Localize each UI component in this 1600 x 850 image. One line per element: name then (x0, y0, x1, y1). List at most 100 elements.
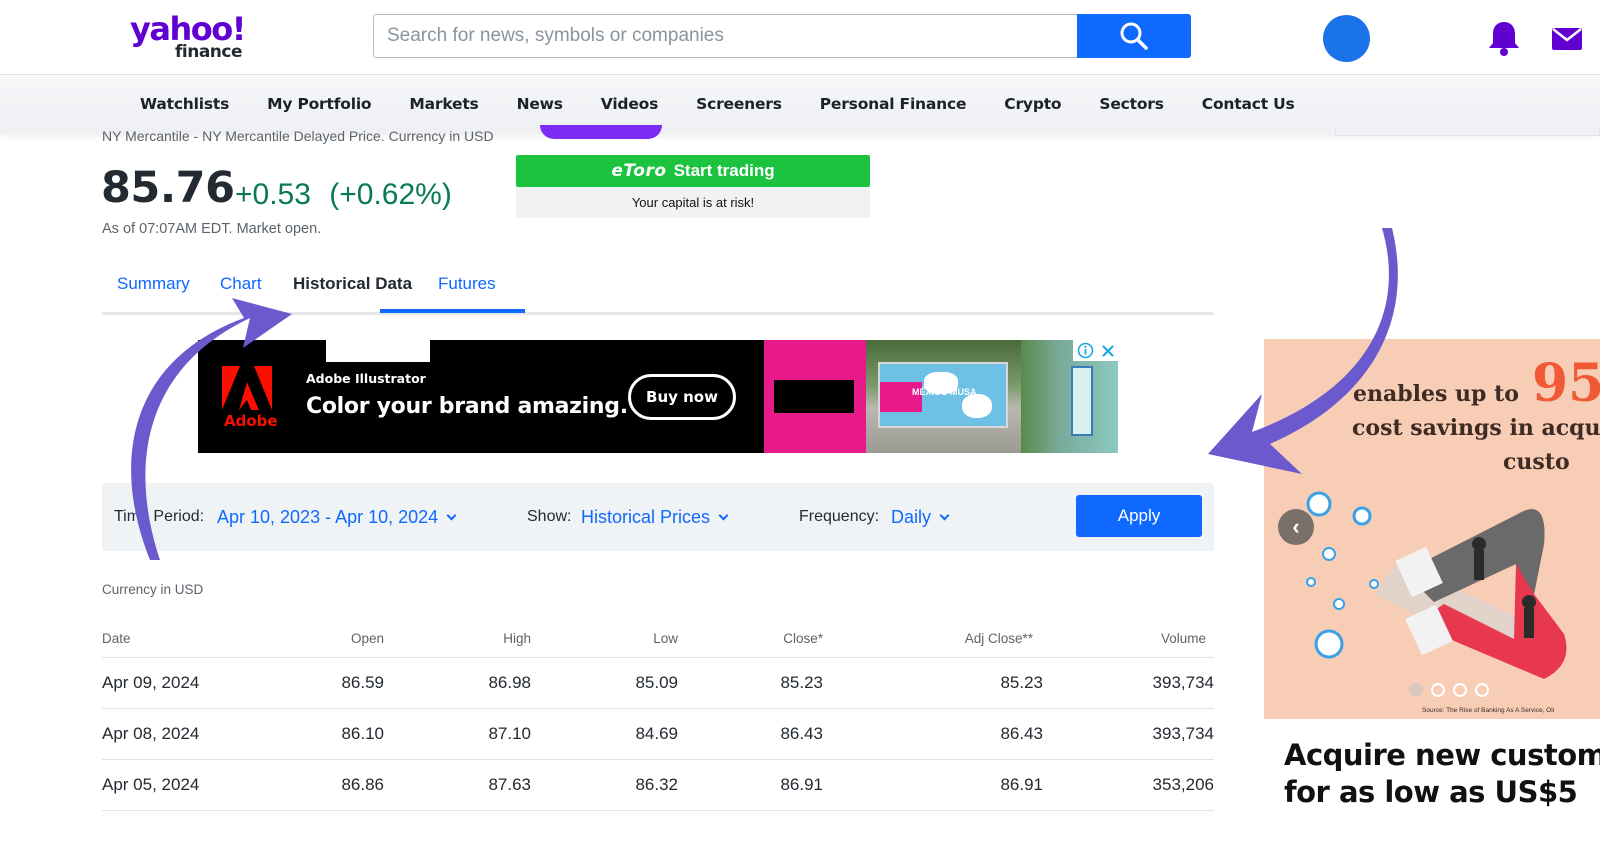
info-icon[interactable] (1077, 342, 1094, 359)
tab-historical-data[interactable]: Historical Data (293, 274, 412, 294)
adobe-ad-banner[interactable]: Adobe Adobe Illustrator Color your brand… (198, 340, 1118, 453)
side-ad[interactable]: enables up to cost savings in acqui cust… (1264, 339, 1600, 719)
currency-note: Currency in USD (102, 582, 204, 597)
side-ad-copy[interactable]: Acquire new custome for as low as US$5 (1284, 737, 1600, 811)
tab-summary[interactable]: Summary (117, 274, 190, 294)
nav-item-markets[interactable]: Markets (409, 95, 478, 113)
search-button[interactable] (1077, 14, 1191, 58)
cell-high: 86.98 (384, 657, 531, 709)
cell-volume: 393,734 (1043, 657, 1214, 709)
etoro-logo: eToro (611, 161, 667, 181)
follow-button-partial[interactable] (540, 125, 662, 139)
nav-item-contact-us[interactable]: Contact Us (1202, 95, 1295, 113)
cell-high: 87.10 (384, 708, 531, 760)
active-tab-indicator (380, 309, 525, 313)
search-icon (1120, 22, 1148, 50)
chevron-left-icon[interactable]: ‹ (1278, 509, 1314, 545)
chevron-down-icon (718, 510, 729, 521)
cell-close: 86.91 (678, 759, 823, 811)
frequency-value: Daily (891, 507, 932, 527)
quote-change-value: +0.53 (235, 178, 311, 211)
cell-low: 86.32 (531, 759, 678, 811)
yahoo-finance-page: yahoo! finance Search for news, symbols … (0, 0, 1600, 850)
cell-high: 87.63 (384, 759, 531, 811)
ad-billboard-board: MÉXICO MUSA (878, 362, 1008, 428)
ad-buy-now-button[interactable]: Buy now (628, 374, 736, 420)
column-header-high: High (384, 620, 531, 658)
chevron-down-icon (446, 510, 457, 521)
historical-filter-bar: Time Period: Apr 10, 2023 - Apr 10, 2024… (102, 483, 1214, 551)
cell-date: Apr 05, 2024 (102, 759, 272, 811)
avatar[interactable] (1323, 15, 1370, 62)
side-panel-edge (1335, 128, 1600, 136)
cell-adj-close: 86.91 (823, 759, 1043, 811)
show-dropdown[interactable]: Historical Prices (581, 507, 729, 528)
show-label: Show: (527, 508, 572, 525)
ad-m-logo (774, 380, 854, 413)
cell-date: Apr 08, 2024 (102, 708, 272, 760)
carousel-dots (1409, 683, 1489, 697)
carousel-dot[interactable] (1453, 683, 1467, 697)
time-period-label: Time Period: (114, 508, 205, 525)
ad-choices[interactable] (1073, 340, 1118, 361)
side-ad-source: Source: The Rise of Banking As A Service… (1422, 707, 1555, 714)
nav-item-watchlists[interactable]: Watchlists (140, 95, 229, 113)
tab-chart[interactable]: Chart (220, 274, 262, 294)
etoro-risk-warning: Your capital is at risk! (516, 187, 870, 218)
ad-pink-panel (764, 340, 866, 453)
nav-item-videos[interactable]: Videos (601, 95, 659, 113)
nav-item-sectors[interactable]: Sectors (1099, 95, 1164, 113)
frequency-label: Frequency: (799, 508, 880, 525)
cell-open: 86.10 (272, 708, 384, 760)
carousel-dot[interactable] (1431, 683, 1445, 697)
nav-item-personal-finance[interactable]: Personal Finance (820, 95, 967, 113)
carousel-dot[interactable] (1475, 683, 1489, 697)
column-header-open: Open (272, 620, 384, 658)
frequency-dropdown[interactable]: Daily (891, 507, 950, 528)
table-row: Apr 05, 2024 86.86 87.63 86.32 86.91 86.… (102, 759, 1214, 811)
billboard-text: MÉXICO MUSA (912, 387, 977, 397)
nav-item-crypto[interactable]: Crypto (1004, 95, 1061, 113)
nav-item-my-portfolio[interactable]: My Portfolio (267, 95, 371, 113)
cell-open: 86.86 (272, 759, 384, 811)
tab-futures[interactable]: Futures (438, 274, 496, 294)
cell-low: 85.09 (531, 657, 678, 709)
yahoo-finance-logo[interactable]: yahoo! finance (130, 12, 250, 64)
time-period-value: Apr 10, 2023 - Apr 10, 2024 (217, 507, 439, 527)
etoro-start-trading-button[interactable]: eToro Start trading (516, 155, 870, 187)
nav-list: Watchlists My Portfolio Markets News Vid… (140, 75, 1333, 133)
quote-change: +0.53 (+0.62%) (235, 178, 452, 212)
etoro-cta-label: Start trading (673, 161, 775, 180)
side-ad-copy-line-2: for as low as US$5 (1284, 775, 1578, 809)
bell-icon[interactable] (1486, 18, 1522, 58)
cell-adj-close: 86.43 (823, 708, 1043, 760)
close-icon[interactable] (1101, 344, 1115, 358)
quote-timestamp: As of 07:07AM EDT. Market open. (102, 221, 322, 237)
time-period-dropdown[interactable]: Apr 10, 2023 - Apr 10, 2024 (217, 507, 457, 528)
chevron-down-icon (939, 510, 950, 521)
quote-tabs: Summary Chart Historical Data Futures (102, 268, 1214, 315)
apply-button[interactable]: Apply (1076, 495, 1202, 537)
bottom-fade (0, 810, 1600, 850)
ad-headline: Color your brand amazing. (306, 394, 628, 419)
mail-icon[interactable] (1552, 24, 1582, 52)
column-header-volume: Volume (1043, 620, 1214, 658)
cell-volume: 353,206 (1043, 759, 1214, 811)
magnet-illustration (1306, 491, 1567, 679)
ad-sign (1071, 366, 1093, 436)
search-box (373, 14, 1078, 58)
nav-item-screeners[interactable]: Screeners (696, 95, 782, 113)
cell-open: 86.59 (272, 657, 384, 709)
search-input[interactable] (374, 15, 1078, 57)
site-header: yahoo! finance (0, 0, 1600, 75)
column-header-low: Low (531, 620, 678, 658)
carousel-dot[interactable] (1409, 683, 1423, 697)
cell-adj-close: 85.23 (823, 657, 1043, 709)
logo-text: yahoo! (130, 10, 246, 48)
column-header-date: Date (102, 620, 272, 658)
cell-date: Apr 09, 2024 (102, 657, 272, 709)
nav-item-news[interactable]: News (517, 95, 563, 113)
quote-change-percent: (+0.62%) (329, 178, 452, 211)
quote-price: 85.76 (101, 163, 235, 213)
cell-close: 86.43 (678, 708, 823, 760)
